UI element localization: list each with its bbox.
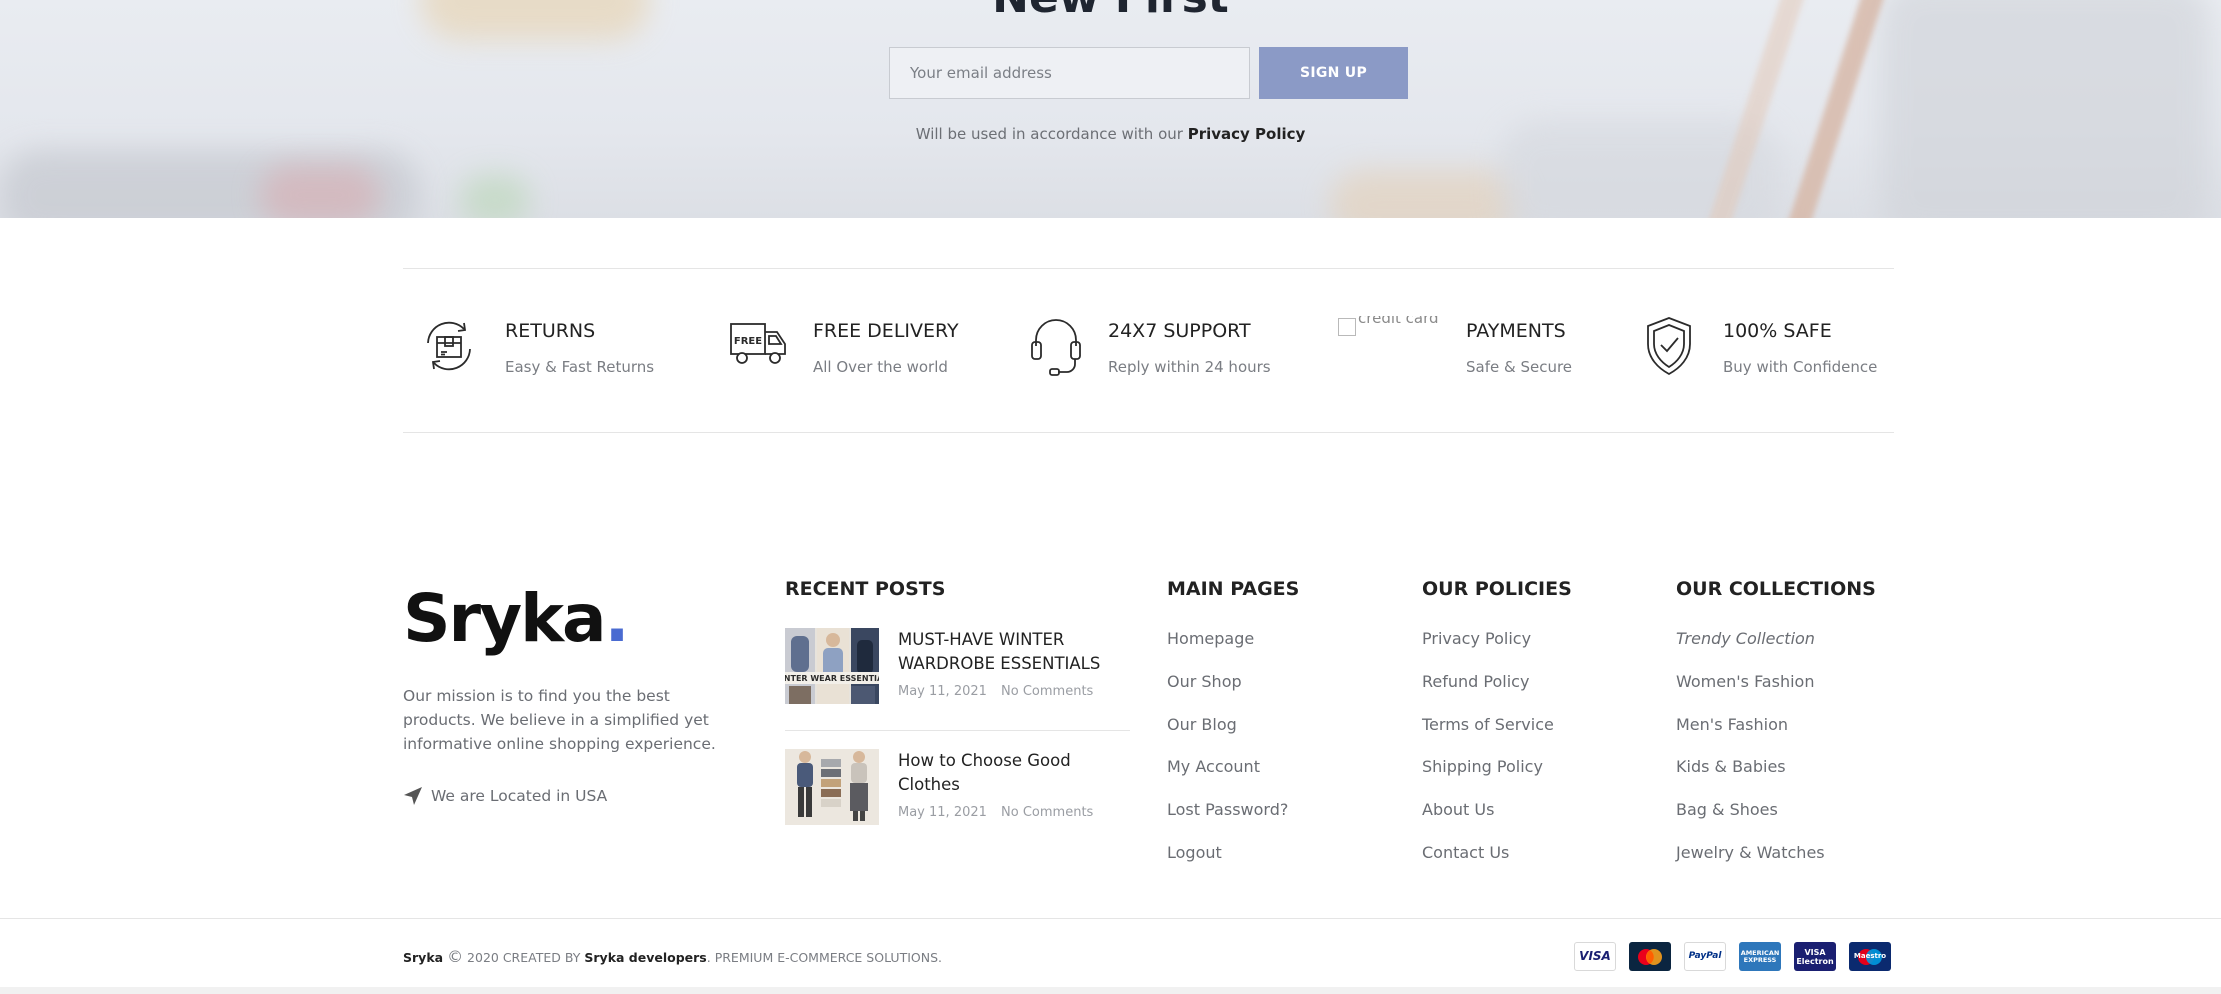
post-meta: May 11, 2021 No Comments [898,684,1103,699]
background-blur [1330,170,1520,218]
background-blur [1880,0,2210,218]
footer-link-homepage[interactable]: Homepage [1167,629,1254,648]
post-meta: May 11, 2021 No Comments [898,805,1103,820]
copyright-suffix: . PREMIUM E-COMMERCE SOLUTIONS. [706,950,942,965]
footer-link-womens-fashion[interactable]: Women's Fashion [1676,672,1814,691]
footer-link-kids-babies[interactable]: Kids & Babies [1676,757,1786,776]
feature-safe: 100% SAFE Buy with Confidence [1644,316,1894,386]
privacy-note-text: Will be used in accordance with our [915,125,1183,143]
feature-support: 24X7 SUPPORT Reply within 24 hours [1028,316,1288,386]
collections-title: OUR COLLECTIONS [1676,578,1876,600]
logo-text: Sryka [403,580,607,657]
background-blur [260,165,380,218]
post-title[interactable]: MUST-HAVE WINTER WARDROBE ESSENTIALS [898,628,1128,676]
post-comments-link[interactable]: No Comments [1001,684,1093,699]
post-title[interactable]: How to Choose Good Clothes [898,749,1128,797]
divider [785,730,1130,731]
maestro-icon: Maestro [1849,942,1891,971]
feature-payments: credit card PAYMENTS Safe & Secure [1338,316,1578,386]
visa-electron-icon: VISA Electron [1794,942,1836,971]
post-thumbnail[interactable]: INTER WEAR ESSENTIA [785,628,879,704]
policies-title: OUR POLICIES [1422,578,1572,600]
returns-box-icon [420,317,484,381]
post-item[interactable]: How to Choose Good Clothes May 11, 2021 … [785,749,1130,829]
shield-check-icon [1644,316,1708,380]
footer-link-terms-of-service[interactable]: Terms of Service [1422,715,1554,734]
footer-link-trendy-collection[interactable]: Trendy Collection [1676,629,1815,648]
newsletter-section: New First SIGN UP Will be used in accord… [0,0,2221,218]
feature-subtitle: Easy & Fast Returns [505,358,655,376]
page-bottom-edge [0,987,2221,994]
footer-link-privacy-policy[interactable]: Privacy Policy [1422,629,1531,648]
mastercard-icon [1629,942,1671,971]
newsletter-heading: New First [0,0,2221,23]
developer-link[interactable]: Sryka developers [584,950,706,965]
visa-icon: VISA [1574,942,1616,971]
background-blur [1785,0,1887,218]
headset-icon [1028,316,1092,380]
post-date: May 11, 2021 [898,805,987,820]
paypal-icon: PayPal [1684,942,1726,971]
recent-posts-title: RECENT POSTS [785,578,946,600]
footer-link-about-us[interactable]: About Us [1422,800,1494,819]
feature-subtitle: Safe & Secure [1466,358,1573,376]
divider [403,268,1894,269]
footer-link-my-account[interactable]: My Account [1167,757,1260,776]
logo-dot: . [604,580,630,657]
divider [403,432,1894,433]
feature-subtitle: All Over the world [813,358,948,376]
signup-button[interactable]: SIGN UP [1259,47,1408,99]
post-item[interactable]: INTER WEAR ESSENTIA MUST-HAVE WINTER WAR… [785,628,1130,708]
feature-free-delivery: FREE FREE DELIVERY All Over the world [729,316,979,386]
footer-link-mens-fashion[interactable]: Men's Fashion [1676,715,1788,734]
footer-link-jewelry-watches[interactable]: Jewelry & Watches [1676,843,1825,862]
feature-title: 24X7 SUPPORT [1108,320,1251,342]
copyright-symbol: © [447,947,464,966]
american-express-icon: AMERICAN EXPRESS [1739,942,1781,971]
footer-link-shipping-policy[interactable]: Shipping Policy [1422,757,1543,776]
delivery-truck-icon: FREE [729,316,793,380]
copyright: Sryka © 2020 CREATED BY Sryka developers… [403,947,942,966]
feature-subtitle: Reply within 24 hours [1108,358,1271,376]
feature-title: FREE DELIVERY [813,320,959,342]
copyright-brand: Sryka [403,950,444,965]
footer-link-our-blog[interactable]: Our Blog [1167,715,1237,734]
svg-text:INTER WEAR ESSENTIA: INTER WEAR ESSENTIA [785,674,879,683]
mission-text: Our mission is to find you the best prod… [403,687,716,753]
footer-link-our-shop[interactable]: Our Shop [1167,672,1242,691]
footer-link-logout[interactable]: Logout [1167,843,1222,862]
svg-text:FREE: FREE [734,336,762,347]
copyright-year: 2020 CREATED BY [467,950,581,965]
main-pages-title: MAIN PAGES [1167,578,1300,600]
background-blur [460,175,530,218]
post-thumbnail[interactable] [785,749,879,825]
location-text: We are Located in USA [431,787,608,805]
feature-title: 100% SAFE [1723,320,1832,342]
feature-title: RETURNS [505,320,596,342]
footer-link-contact-us[interactable]: Contact Us [1422,843,1509,862]
feature-returns: RETURNS Easy & Fast Returns [420,316,670,386]
post-date: May 11, 2021 [898,684,987,699]
privacy-note: Will be used in accordance with our Priv… [0,125,2221,143]
broken-image-icon: credit card [1338,316,1444,340]
divider [0,918,2221,919]
footer-link-lost-password[interactable]: Lost Password? [1167,800,1288,819]
feature-title: PAYMENTS [1466,320,1566,342]
site-logo[interactable]: Sryka. [403,578,630,660]
location-arrow-icon [404,787,422,805]
privacy-policy-link[interactable]: Privacy Policy [1188,125,1306,143]
feature-subtitle: Buy with Confidence [1723,358,1878,376]
post-comments-link[interactable]: No Comments [1001,805,1093,820]
email-input[interactable] [889,47,1250,99]
footer-link-bag-shoes[interactable]: Bag & Shoes [1676,800,1778,819]
footer-link-refund-policy[interactable]: Refund Policy [1422,672,1529,691]
